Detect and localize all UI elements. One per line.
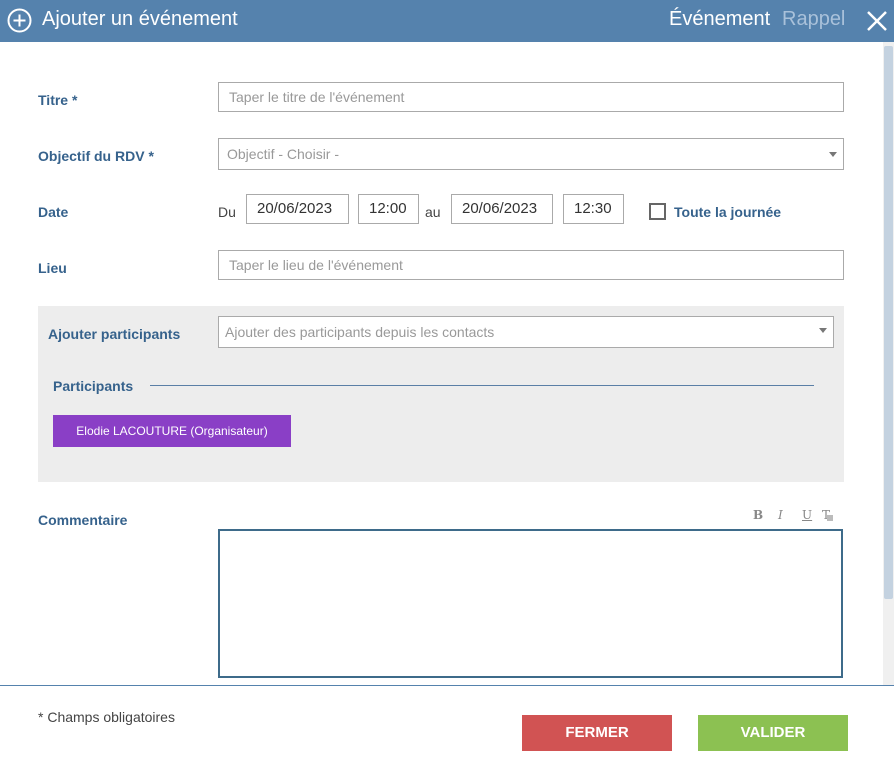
dialog-footer: * Champs obligatoires FERMER VALIDER [0, 685, 894, 775]
close-icon[interactable] [865, 9, 889, 33]
tab-event[interactable]: Événement [669, 8, 770, 31]
dialog-header: Ajouter un événement Événement Rappel [0, 0, 894, 42]
underline-icon[interactable]: U [802, 508, 812, 522]
participants-panel: Ajouter participants Ajouter des partici… [38, 306, 844, 482]
required-fields-note: * Champs obligatoires [38, 709, 175, 725]
time-from-input[interactable]: 12:00 [358, 194, 419, 224]
scrollbar-thumb[interactable] [884, 46, 893, 599]
objective-select[interactable]: Objectif - Choisir - [218, 138, 844, 170]
date-label: Date [38, 204, 69, 220]
place-label: Lieu [38, 260, 67, 276]
comment-label: Commentaire [38, 512, 128, 528]
date-to-prefix: au [425, 204, 441, 220]
participant-chip[interactable]: Elodie LACOUTURE (Organisateur) [53, 415, 291, 447]
participants-divider [150, 385, 814, 386]
date-from-input[interactable]: 20/06/2023 [246, 194, 349, 224]
add-circle-icon [7, 8, 32, 33]
bold-icon[interactable]: B [753, 508, 763, 522]
clear-format-icon[interactable]: T [822, 508, 834, 522]
date-from-prefix: Du [218, 204, 236, 220]
tab-reminder[interactable]: Rappel [782, 8, 845, 31]
italic-icon[interactable]: I [778, 508, 783, 522]
dialog-title: Ajouter un événement [42, 8, 238, 30]
participants-section-title: Participants [53, 378, 134, 394]
time-to-input[interactable]: 12:30 [563, 194, 624, 224]
place-input[interactable]: Taper le lieu de l'événement [218, 250, 844, 280]
form-scrollbar[interactable] [883, 42, 894, 685]
all-day-checkbox[interactable] [649, 203, 666, 220]
add-participants-placeholder: Ajouter des participants depuis les cont… [225, 324, 495, 340]
title-input[interactable]: Taper le titre de l'événement [218, 82, 844, 112]
date-to-input[interactable]: 20/06/2023 [451, 194, 553, 224]
all-day-label[interactable]: Toute la journée [674, 204, 781, 220]
validate-button[interactable]: VALIDER [698, 715, 848, 751]
close-button[interactable]: FERMER [522, 715, 672, 751]
objective-select-value: Objectif - Choisir - [227, 146, 340, 162]
chevron-down-icon [819, 328, 827, 333]
add-participants-select[interactable]: Ajouter des participants depuis les cont… [218, 316, 834, 348]
add-participants-label: Ajouter participants [48, 326, 181, 342]
comment-textarea[interactable] [218, 529, 843, 678]
clear-format-eraser-icon [827, 515, 834, 521]
chevron-down-icon [829, 152, 837, 157]
title-label: Titre * [38, 92, 78, 108]
objective-label: Objectif du RDV * [38, 148, 154, 164]
